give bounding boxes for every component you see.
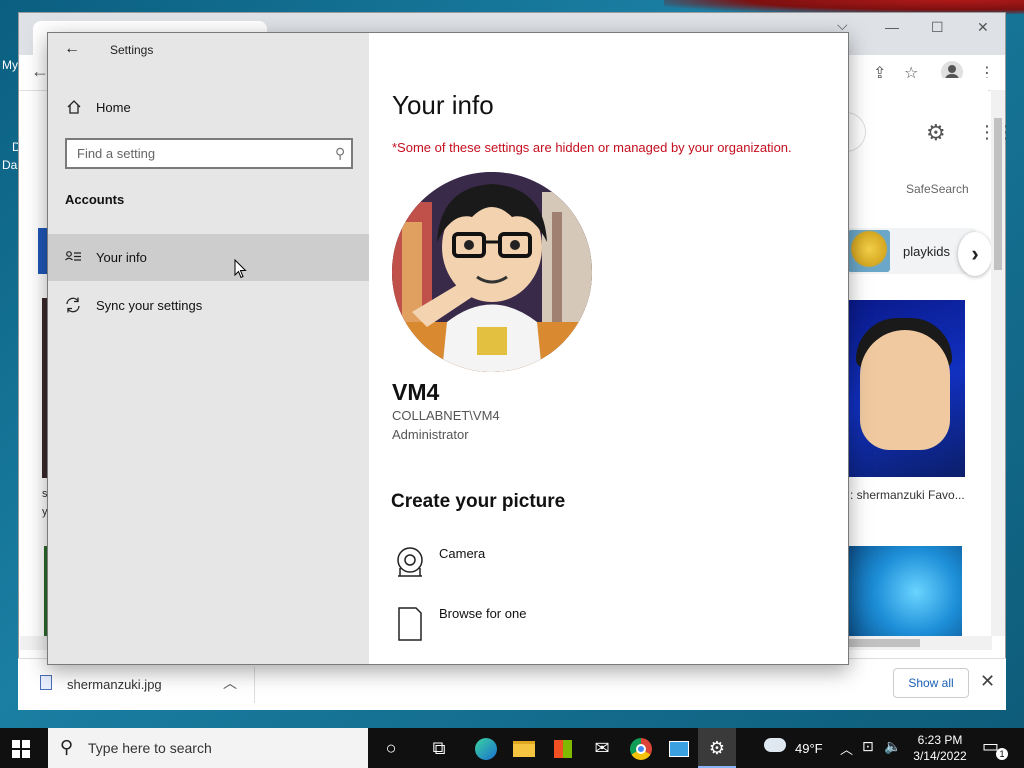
mouse-cursor-icon [234, 259, 247, 279]
thumbnail-face [860, 330, 950, 450]
nav-item-your-info[interactable]: Your info [48, 234, 369, 281]
page-title: Your info [392, 90, 494, 120]
image-result-caption[interactable]: : shermanzuki Favo... [850, 488, 965, 502]
scrollbar-thumb[interactable] [994, 118, 1002, 270]
nav-item-label: Sync your settings [96, 298, 203, 313]
weather-temperature[interactable]: 49°F [795, 741, 823, 768]
taskbar: ⚲ Type here to search ○ ⧉ ✉ ⚙ 49°F ︿ ⊡ 🔈… [0, 728, 1024, 768]
file-explorer-icon[interactable] [505, 728, 543, 768]
search-icon: ⚲ [60, 737, 74, 757]
chip-label[interactable]: playkids [903, 244, 950, 259]
chrome-maximize-icon[interactable]: ☐ [931, 19, 944, 36]
taskbar-search-placeholder: Type here to search [88, 740, 212, 756]
nav-item-label: Your info [96, 250, 147, 265]
desktop-label: My [2, 58, 18, 72]
settings-sidebar: ← Settings Home ⚲ Accounts Your info [48, 33, 369, 664]
chevron-up-icon[interactable]: ︿ [223, 673, 237, 693]
file-icon [398, 607, 422, 641]
windows-start-icon[interactable] [12, 740, 30, 758]
home-icon [67, 100, 81, 114]
notification-count-badge: 1 [996, 748, 1008, 760]
find-setting-search[interactable]: ⚲ [65, 138, 353, 169]
edge-icon[interactable] [467, 728, 505, 768]
nav-home[interactable]: Home [48, 91, 369, 125]
find-setting-input[interactable] [67, 140, 317, 167]
mail-icon[interactable]: ✉ [583, 728, 621, 768]
contact-card-icon [65, 251, 81, 261]
user-account-name: COLLABNET\VM4 [392, 408, 500, 423]
user-role: Administrator [392, 427, 469, 442]
sync-icon [66, 297, 80, 313]
divider [254, 667, 255, 703]
browse-option-label: Browse for one [439, 606, 527, 621]
browse-option[interactable]: Browse for one [391, 606, 651, 652]
avatar-illustration [392, 172, 592, 372]
download-file-name[interactable]: shermanzuki.jpg [67, 677, 162, 692]
back-arrow-icon[interactable]: ← [64, 40, 80, 58]
chevron-up-icon[interactable]: ︿ [840, 739, 853, 768]
desktop-label: Da [2, 158, 18, 172]
chrome-close-icon[interactable]: ✕ [977, 19, 989, 36]
task-view-icon[interactable]: ⧉ [420, 728, 458, 768]
network-icon[interactable]: ⊡ [862, 738, 874, 768]
chrome-icon[interactable] [622, 728, 660, 768]
volume-muted-icon[interactable]: 🔈 [884, 738, 901, 768]
app-title: Settings [110, 43, 154, 57]
camera-icon [397, 547, 423, 577]
vertical-scrollbar[interactable] [991, 90, 1005, 636]
safesearch-label[interactable]: SafeSearch [906, 182, 969, 196]
camera-option-label: Camera [439, 546, 486, 561]
settings-content: Your info *Some of these settings are hi… [369, 33, 848, 664]
search-icon[interactable]: ⚲ [335, 145, 345, 162]
user-display-name: VM4 [392, 379, 440, 405]
section-title-accounts: Accounts [65, 192, 125, 207]
system-clock[interactable]: 6:23 PM 3/14/2022 [908, 732, 972, 764]
weather-icon[interactable] [764, 738, 786, 768]
image-file-icon [40, 675, 52, 690]
create-picture-heading: Create your picture [391, 491, 566, 512]
chrome-minimize-icon[interactable]: — [885, 19, 899, 35]
clock-date: 3/14/2022 [913, 749, 967, 763]
nav-home-label: Home [96, 100, 131, 115]
show-all-button[interactable]: Show all [893, 668, 969, 698]
clock-time: 6:23 PM [917, 733, 963, 747]
settings-window: ← Settings Home ⚲ Accounts Your info [47, 32, 849, 665]
next-chevron-icon[interactable]: › [958, 232, 992, 276]
profile-picture [392, 172, 592, 372]
store-icon[interactable] [544, 728, 582, 768]
remote-desktop-icon[interactable] [660, 728, 698, 768]
settings-gear-icon[interactable]: ⚙ [926, 120, 946, 146]
camera-option[interactable]: Camera [391, 546, 651, 592]
taskbar-search-box[interactable]: ⚲ Type here to search [48, 728, 368, 768]
chip-thumbnail [848, 230, 890, 272]
cortana-icon[interactable]: ○ [372, 728, 410, 768]
image-result-thumbnail-2[interactable] [848, 546, 962, 638]
nav-item-sync-settings[interactable]: Sync your settings [48, 282, 369, 329]
download-bar: shermanzuki.jpg ︿ Show all ✕ [18, 658, 1006, 710]
organization-notice: *Some of these settings are hidden or ma… [392, 140, 792, 155]
close-icon[interactable]: ✕ [980, 671, 995, 692]
settings-taskbar-icon[interactable]: ⚙ [698, 728, 736, 768]
